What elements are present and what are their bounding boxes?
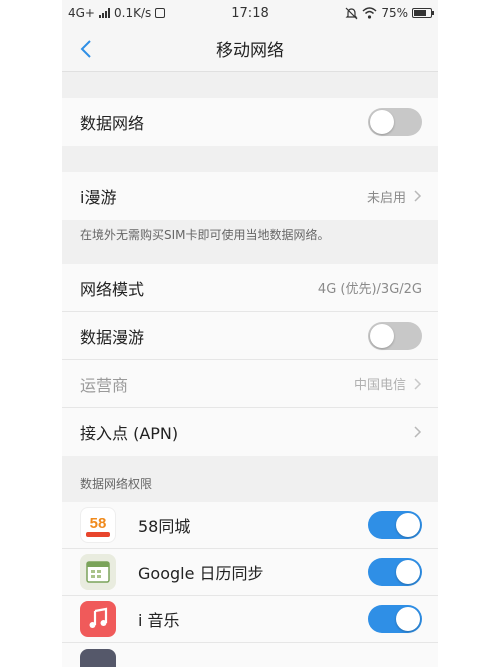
battery-icon [412, 8, 434, 18]
carrier-label: 运营商 [80, 375, 129, 395]
app-row-58[interactable]: 58 58同城 [62, 502, 438, 549]
58-tongcheng-icon: 58 [80, 507, 116, 543]
i-roaming-row[interactable]: i漫游 未启用 [62, 172, 438, 220]
app-row-google-calendar[interactable]: Google 日历同步 [62, 549, 438, 596]
data-roaming-label: 数据漫游 [80, 327, 145, 347]
network-mode-row[interactable]: 网络模式 4G (优先)/3G/2G [62, 264, 438, 312]
status-bar: 4G+ 0.1K/s 17:18 75% [62, 0, 438, 26]
network-speed: 0.1K/s [114, 6, 152, 20]
apn-label: 接入点 (APN) [80, 424, 179, 443]
music-note-icon [80, 601, 116, 637]
chevron-right-icon [414, 426, 422, 438]
wifi-icon [362, 7, 377, 19]
back-arrow-icon[interactable] [76, 38, 98, 60]
apn-row[interactable]: 接入点 (APN) [62, 408, 438, 456]
app-i-music-toggle[interactable] [368, 605, 422, 633]
data-network-toggle[interactable] [368, 108, 422, 136]
network-mode-value: 4G (优先)/3G/2G [317, 282, 422, 297]
battery-percent: 75% [381, 6, 408, 20]
i-roaming-hint: 在境外无需购买SIM卡即可使用当地数据网络。 [80, 228, 330, 242]
alarm-off-icon [345, 7, 358, 19]
network-mode-label: 网络模式 [80, 279, 145, 299]
nav-bar: 移动网络 [62, 26, 438, 72]
app-icon [80, 648, 116, 667]
media-icon [155, 8, 166, 18]
app-58-toggle[interactable] [368, 511, 422, 539]
data-roaming-toggle[interactable] [368, 321, 422, 350]
data-network-row[interactable]: 数据网络 [62, 98, 438, 146]
carrier-value: 中国电信 [353, 378, 406, 393]
app-google-calendar-toggle[interactable] [368, 558, 422, 586]
permissions-header: 数据网络权限 [80, 477, 153, 491]
i-roaming-status: 未启用 [366, 190, 406, 206]
calendar-sync-icon [80, 554, 116, 590]
data-network-label: 数据网络 [80, 114, 145, 133]
svg-text:58: 58 [90, 515, 107, 532]
carrier-row[interactable]: 运营商 中国电信 [62, 360, 438, 408]
i-roaming-label: i漫游 [80, 188, 117, 207]
signal-icon [99, 8, 110, 18]
chevron-right-icon [414, 377, 422, 390]
chevron-right-icon [414, 190, 422, 202]
app-name: Google 日历同步 [138, 564, 264, 583]
data-roaming-row[interactable]: 数据漫游 [62, 312, 438, 360]
page-title: 移动网络 [216, 41, 284, 61]
app-name: i 音乐 [138, 611, 180, 630]
phone-screen: 4G+ 0.1K/s 17:18 75% 移动网络 数据网络 i漫游 未启用 在… [62, 0, 438, 667]
app-row-next[interactable] [62, 643, 438, 667]
app-name: 58同城 [138, 517, 191, 536]
app-row-i-music[interactable]: i 音乐 [62, 596, 438, 643]
network-type: 4G+ [68, 6, 95, 20]
